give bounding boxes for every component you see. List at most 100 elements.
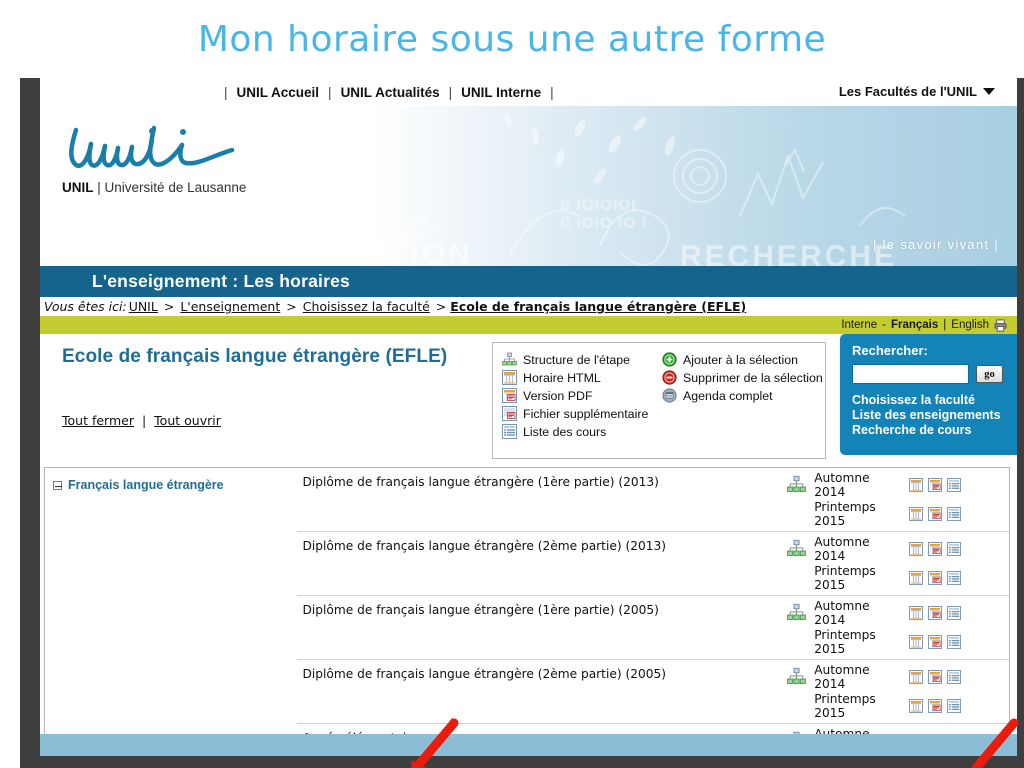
link-liste-des-enseignements[interactable]: Liste des enseignements — [852, 408, 1024, 422]
category-label[interactable]: Français langue étrangère — [68, 478, 224, 492]
breadcrumb-link-faculte[interactable]: Choisissez la faculté — [303, 299, 430, 314]
menu-item-horaire-html-label: Horaire HTML — [523, 370, 601, 385]
program-semesters: Automne 2014 Printemps 2015 — [781, 531, 1009, 596]
nav-link-unil-interne[interactable]: UNIL Interne — [461, 85, 541, 100]
list-lines-icon — [502, 424, 517, 439]
list-lines-icon[interactable] — [947, 478, 962, 492]
list-lines-icon[interactable] — [947, 670, 962, 684]
language-francais-current[interactable]: Français — [891, 319, 938, 331]
pdf-icon[interactable] — [928, 635, 943, 649]
hierarchy-icon[interactable] — [787, 539, 806, 558]
pdf-icon[interactable] — [928, 478, 943, 492]
menu-item-structure-etape-label: Structure de l'étape — [523, 352, 631, 367]
window-bottom-edge — [20, 756, 1024, 768]
toggle-separator: | — [141, 413, 147, 428]
semester-label: Automne 2014 — [814, 471, 870, 499]
unil-logo-abbr: UNIL — [62, 180, 94, 195]
program-name[interactable]: Diplôme de français langue étrangère (2è… — [296, 659, 782, 724]
unil-logo-divider: | — [97, 180, 101, 195]
menu-item-horaire-html[interactable]: Horaire HTML — [502, 370, 662, 385]
tree-toggle-links: Tout fermer | Tout ouvrir — [62, 413, 221, 428]
pdf-icon[interactable] — [928, 606, 943, 620]
table-row[interactable]: Diplôme de français langue étrangère (1è… — [297, 468, 1010, 532]
pdf-icon[interactable] — [928, 670, 943, 684]
search-go-button[interactable]: go — [976, 365, 1003, 383]
category-cell: Français langue étrangère — [45, 468, 297, 768]
language-interne-link[interactable]: Interne — [841, 319, 877, 331]
table-grid-icon[interactable] — [909, 478, 924, 492]
table-grid-icon[interactable] — [909, 635, 924, 649]
menu-item-fichier-supplementaire-label: Fichier supplémentaire — [523, 406, 649, 421]
list-lines-icon[interactable] — [947, 606, 962, 620]
table-grid-icon[interactable] — [909, 571, 924, 585]
table-grid-icon[interactable] — [909, 670, 924, 684]
link-choisissez-la-faculte[interactable]: Choisissez la faculté — [852, 393, 1024, 407]
printer-icon[interactable] — [994, 318, 1007, 332]
breadcrumb-link-unil[interactable]: UNIL — [129, 299, 158, 314]
language-bar: Interne - Français | English — [40, 316, 1017, 334]
program-name[interactable]: Diplôme de français langue étrangère (1è… — [296, 595, 782, 660]
nav-link-unil-accueil[interactable]: UNIL Accueil — [237, 85, 320, 100]
pdf-icon[interactable] — [928, 699, 943, 713]
breadcrumb-link-enseignement[interactable]: L'enseignement — [180, 299, 280, 314]
table-grid-icon[interactable] — [909, 699, 924, 713]
banner-tagline: | le savoir vivant | — [873, 237, 999, 252]
language-dash: - — [882, 319, 886, 331]
unil-logo-name: Université de Lausanne — [104, 180, 247, 195]
menu-item-liste-des-cours[interactable]: Liste des cours — [502, 424, 662, 439]
collapse-toggle-icon[interactable] — [53, 480, 62, 490]
hierarchy-icon[interactable] — [787, 667, 806, 686]
page-content: Ecole de français langue étrangère (EFLE… — [40, 334, 1024, 768]
slide-title: Mon horaire sous une autre forme — [0, 0, 1024, 78]
list-lines-icon[interactable] — [947, 507, 962, 521]
table-row[interactable]: Diplôme de français langue étrangère (2è… — [296, 659, 1009, 724]
language-english-link[interactable]: English — [951, 319, 989, 331]
hierarchy-icon[interactable] — [787, 603, 806, 622]
menu-item-ajouter-selection-label: Ajouter à la sélection — [683, 352, 799, 367]
search-panel: Rechercher: go Choisissez la faculté Lis… — [840, 334, 1024, 455]
table-grid-icon[interactable] — [909, 606, 924, 620]
menu-item-supprimer-selection[interactable]: Supprimer de la sélection — [662, 370, 823, 385]
window-right-edge — [1017, 78, 1024, 768]
list-lines-icon[interactable] — [947, 635, 962, 649]
list-lines-icon[interactable] — [947, 542, 962, 556]
search-panel-links: Choisissez la faculté Liste des enseigne… — [852, 393, 1024, 437]
semester-line: Automne 2014 — [814, 471, 962, 499]
pdf-icon[interactable] — [928, 571, 943, 585]
nav-separator-1: | — [328, 84, 332, 100]
page-title: Ecole de français langue étrangère (EFLE… — [62, 346, 448, 367]
unil-logo-subtitle: UNIL | Université de Lausanne — [62, 180, 252, 195]
program-semesters: Automne 2014 Printemps 2015 — [781, 468, 1009, 532]
section-title-bar: L'enseignement : Les horaires — [40, 266, 1017, 297]
table-grid-icon[interactable] — [909, 507, 924, 521]
list-lines-icon[interactable] — [947, 571, 962, 585]
search-input[interactable] — [852, 364, 969, 384]
program-semesters: Automne 2014 Printemps 2015 — [781, 659, 1009, 724]
menu-item-version-pdf[interactable]: Version PDF — [502, 388, 662, 403]
menu-item-ajouter-selection[interactable]: Ajouter à la sélection — [662, 352, 823, 367]
nav-link-unil-actualites[interactable]: UNIL Actualités — [341, 85, 440, 100]
pdf-icon[interactable] — [928, 542, 943, 556]
menu-item-agenda-complet[interactable]: Agenda complet — [662, 388, 823, 403]
unil-logo[interactable]: UNIL | Université de Lausanne — [62, 120, 252, 195]
program-name[interactable]: Diplôme de français langue étrangère (1è… — [297, 468, 782, 532]
open-all-link[interactable]: Tout ouvrir — [154, 413, 221, 428]
table-row[interactable]: Diplôme de français langue étrangère (2è… — [296, 531, 1009, 596]
programs-table: Français langue étrangère Diplôme de fra… — [44, 467, 1010, 768]
nav-separator-2: | — [448, 84, 453, 100]
pdf-icon[interactable] — [928, 507, 943, 521]
close-all-link[interactable]: Tout fermer — [62, 413, 134, 428]
list-lines-icon[interactable] — [947, 699, 962, 713]
menu-item-fichier-supplementaire[interactable]: Fichier supplémentaire — [502, 406, 662, 421]
faculties-dropdown[interactable]: Les Facultés de l'UNIL — [839, 84, 995, 99]
table-grid-icon[interactable] — [909, 542, 924, 556]
table-row[interactable]: Diplôme de français langue étrangère (1è… — [296, 595, 1009, 660]
link-recherche-de-cours[interactable]: Recherche de cours — [852, 423, 1024, 437]
semester-label: Printemps 2015 — [814, 628, 876, 656]
menu-item-structure-etape[interactable]: Structure de l'étape — [502, 352, 662, 367]
program-name[interactable]: Diplôme de français langue étrangère (2è… — [296, 531, 782, 596]
banner-ghost-recherche: RECHERCHE — [680, 240, 898, 266]
hierarchy-icon[interactable] — [787, 475, 806, 494]
breadcrumb-lead: Vous êtes ici: — [44, 299, 127, 314]
plus-circle-icon — [662, 352, 677, 367]
